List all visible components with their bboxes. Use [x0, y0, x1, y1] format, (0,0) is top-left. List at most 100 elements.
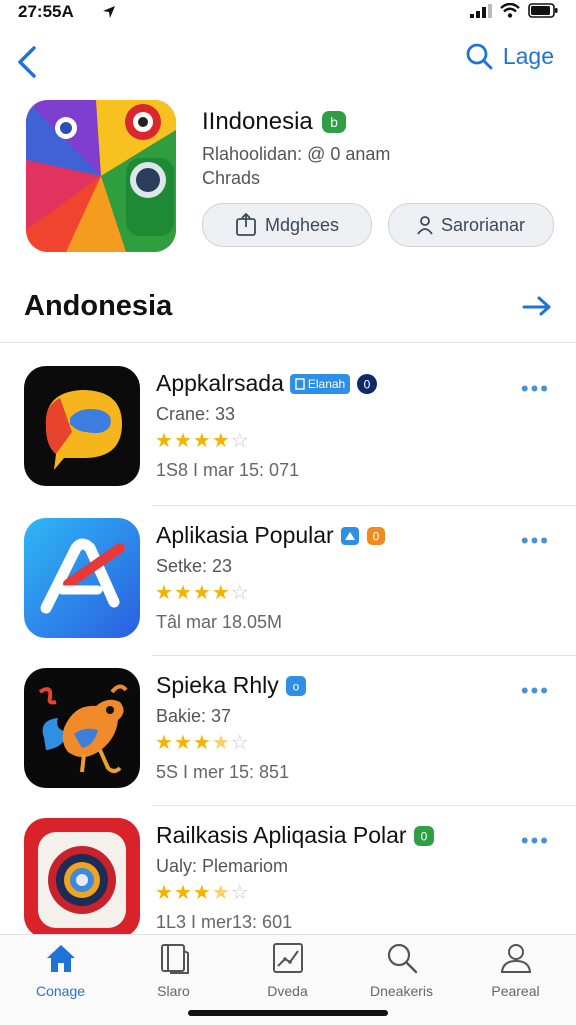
app-name: Spieka Rhly [156, 672, 279, 698]
star-rating: ★★★★☆ [155, 880, 250, 905]
app-meta: Crane: 33 [156, 404, 236, 424]
row-divider [152, 505, 576, 506]
featured-app-icon[interactable] [26, 100, 176, 252]
tab-media[interactable]: Dveda [230, 941, 345, 1021]
star-full-icon: ★ [173, 732, 193, 754]
star-full-icon: ★ [173, 430, 193, 452]
star-full-icon: ★ [155, 882, 174, 904]
app-size: 1L3 I mer13: 601 [156, 912, 293, 932]
star-full-icon: ★ [155, 430, 174, 452]
chart-icon [272, 943, 303, 973]
app-meta: Setke: 23 [156, 556, 233, 576]
featured-app-action-button-1[interactable]: Mdghees [202, 203, 372, 247]
app-meta: Bakie: 37 [156, 706, 232, 726]
list-item[interactable]: Appkalrsada Elanah 0 Crane: 33 ★★★★☆ 1S8… [0, 366, 576, 516]
person-icon [417, 216, 433, 235]
star-rating: ★★★★☆ [155, 730, 250, 755]
search-label: Lage [502, 42, 554, 69]
section-divider [0, 342, 576, 343]
more-options-button[interactable]: ••• [521, 376, 550, 402]
star-full-icon: ★ [211, 430, 231, 452]
home-icon [46, 945, 75, 972]
status-time: 27:55A [18, 2, 74, 21]
star-rating: ★★★★☆ [155, 428, 250, 453]
star-full-icon: ★ [192, 882, 212, 904]
star-full-icon: ★ [192, 732, 212, 754]
featured-app-subtitle: Rlahoolidan: @ 0 anam [202, 144, 391, 164]
nav-bar: Lage [0, 38, 576, 84]
app-meta: Ualy: Plemariom [156, 856, 289, 876]
tab-label: Conage [35, 983, 86, 999]
verified-badge-icon: o [285, 675, 306, 696]
home-indicator [188, 1010, 388, 1016]
app-size: 5S I mer 15: 851 [156, 762, 290, 782]
verified-badge-icon: 0 [357, 373, 378, 394]
tab-label: Dveda [267, 983, 308, 999]
profile-icon [500, 944, 531, 973]
app-size: 1S8 I mar 15: 071 [156, 460, 300, 480]
app-name-row: Spieka Rhly o [156, 672, 307, 699]
book-icon [160, 944, 189, 974]
tab-home[interactable]: Conage [3, 941, 118, 1021]
featured-app: IIndonesia b Rlahoolidan: @ 0 anam Chrad… [0, 96, 576, 266]
app-tag-label: Elanah [307, 376, 346, 391]
more-options-button[interactable]: ••• [521, 528, 550, 554]
app-icon[interactable] [24, 668, 140, 788]
app-icon[interactable] [24, 518, 140, 638]
app-icon[interactable] [24, 366, 140, 486]
list-item[interactable]: Spieka Rhly o Bakie: 37 ★★★★☆ 5S I mer 1… [0, 668, 576, 818]
star-half-icon: ★ [211, 732, 231, 754]
star-rating: ★★★★☆ [155, 580, 250, 605]
app-name-row: Appkalrsada Elanah 0 [156, 370, 378, 397]
arrow-right-icon [522, 296, 551, 316]
star-half-icon: ★ [211, 882, 231, 904]
list-item[interactable]: Aplikasia Popular 0 Setke: 23 ★★★★☆ Tâl … [0, 518, 576, 668]
creature-app-icon [24, 668, 140, 788]
svg-text:0: 0 [420, 829, 427, 843]
app-name: Aplikasia Popular [156, 522, 334, 548]
featured-app-action-label-1: Mdghees [264, 214, 340, 235]
wifi-icon [500, 3, 520, 18]
svg-text:b: b [330, 114, 338, 130]
tab-profile[interactable]: Peareal [458, 941, 573, 1021]
verified-badge-icon: 0 [413, 825, 434, 846]
svg-text:0: 0 [372, 529, 379, 543]
svg-text:o: o [292, 679, 299, 693]
verified-badge-icon: b [321, 111, 346, 133]
star-empty-icon: ☆ [230, 882, 250, 904]
row-divider [152, 655, 576, 656]
star-full-icon: ★ [192, 430, 212, 452]
app-tag-badge: Elanah [289, 373, 351, 394]
letter-a-app-icon [24, 518, 140, 638]
app-name: Appkalrsada [156, 370, 284, 396]
share-box-icon [236, 213, 256, 236]
search-icon [387, 943, 417, 974]
chat-bubble-app-icon [24, 366, 140, 486]
tab-label: Peareal [491, 983, 540, 999]
back-button[interactable] [14, 42, 46, 82]
featured-app-title: IIndonesia [202, 108, 313, 135]
more-options-button[interactable]: ••• [521, 828, 550, 854]
battery-icon [528, 3, 558, 18]
star-empty-icon: ☆ [230, 732, 250, 754]
featured-app-title-row: IIndonesia b [202, 108, 347, 136]
star-empty-icon: ☆ [230, 582, 250, 604]
star-full-icon: ★ [155, 732, 174, 754]
star-full-icon: ★ [155, 582, 174, 604]
search-button[interactable]: Lage [465, 42, 554, 70]
svg-text:0: 0 [364, 377, 371, 391]
location-arrow-icon [103, 6, 115, 18]
app-size: Tâl mar 18.05M [156, 612, 283, 632]
star-full-icon: ★ [192, 582, 212, 604]
see-all-button[interactable] [522, 292, 552, 323]
featured-app-category: Chrads [202, 168, 261, 188]
featured-app-action-label-2: Sarorianar [440, 214, 526, 235]
featured-app-action-button-2[interactable]: Sarorianar [388, 203, 554, 247]
more-options-button[interactable]: ••• [521, 678, 550, 704]
tab-label: Dneakeris [369, 983, 434, 999]
tab-stories[interactable]: Slaro [116, 941, 231, 1021]
section-title: Andonesia [24, 290, 173, 322]
tab-search[interactable]: Dneakeris [344, 941, 459, 1021]
tab-label: Slaro [157, 983, 190, 999]
app-icon[interactable] [24, 818, 140, 938]
